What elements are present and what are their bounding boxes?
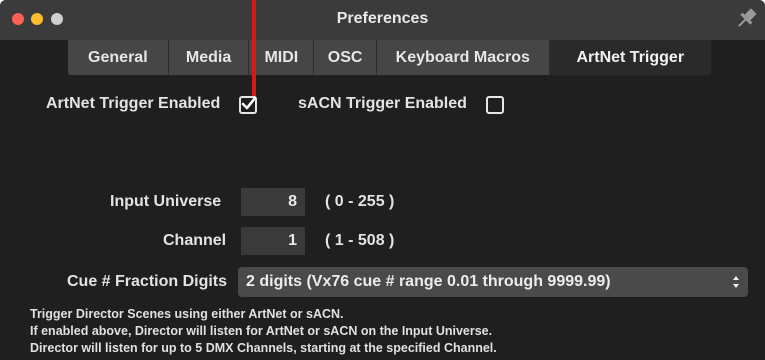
tab-osc[interactable]: OSC bbox=[314, 40, 378, 75]
cue-fraction-label: Cue # Fraction Digits bbox=[67, 273, 228, 290]
window-title: Preferences bbox=[336, 10, 429, 27]
artnet-trigger-checkbox[interactable] bbox=[239, 96, 257, 114]
sacn-trigger-label: sACN Trigger Enabled bbox=[298, 95, 467, 112]
sacn-trigger-checkbox[interactable] bbox=[486, 96, 504, 114]
preferences-window: Preferences General Media MIDI OSC Keybo… bbox=[0, 0, 765, 360]
input-universe-range: ( 0 - 255 ) bbox=[325, 193, 395, 210]
help-line: Trigger Director Scenes using either Art… bbox=[30, 307, 344, 321]
chevron-up-down-icon bbox=[733, 276, 739, 288]
channel-field[interactable]: 1 bbox=[241, 227, 305, 255]
cue-fraction-selected-value: 2 digits (Vx76 cue # range 0.01 through … bbox=[246, 273, 611, 290]
callout-line bbox=[252, 0, 256, 102]
channel-range: ( 1 - 508 ) bbox=[325, 232, 395, 249]
tab-midi[interactable]: MIDI bbox=[249, 40, 315, 75]
checkmark-icon bbox=[241, 96, 257, 110]
preferences-tab-bar: General Media MIDI OSC Keyboard Macros A… bbox=[67, 40, 712, 76]
help-line: If enabled above, Director will listen f… bbox=[30, 324, 493, 338]
tab-artnet-trigger[interactable]: ArtNet Trigger bbox=[549, 40, 712, 75]
tab-general[interactable]: General bbox=[68, 40, 169, 75]
cue-fraction-select[interactable]: 2 digits (Vx76 cue # range 0.01 through … bbox=[238, 267, 748, 297]
channel-label: Channel bbox=[163, 232, 227, 249]
input-universe-field[interactable]: 8 bbox=[241, 188, 305, 216]
title-bar[interactable]: Preferences bbox=[0, 0, 765, 40]
tab-keyboard-macros[interactable]: Keyboard Macros bbox=[377, 40, 550, 75]
help-line: Director will listen for up to 5 DMX Cha… bbox=[30, 341, 497, 355]
pin-icon[interactable] bbox=[733, 6, 759, 32]
artnet-trigger-label: ArtNet Trigger Enabled bbox=[46, 95, 221, 112]
tab-media[interactable]: Media bbox=[169, 40, 250, 75]
help-text: Trigger Director Scenes using either Art… bbox=[30, 306, 497, 357]
input-universe-label: Input Universe bbox=[110, 193, 222, 210]
